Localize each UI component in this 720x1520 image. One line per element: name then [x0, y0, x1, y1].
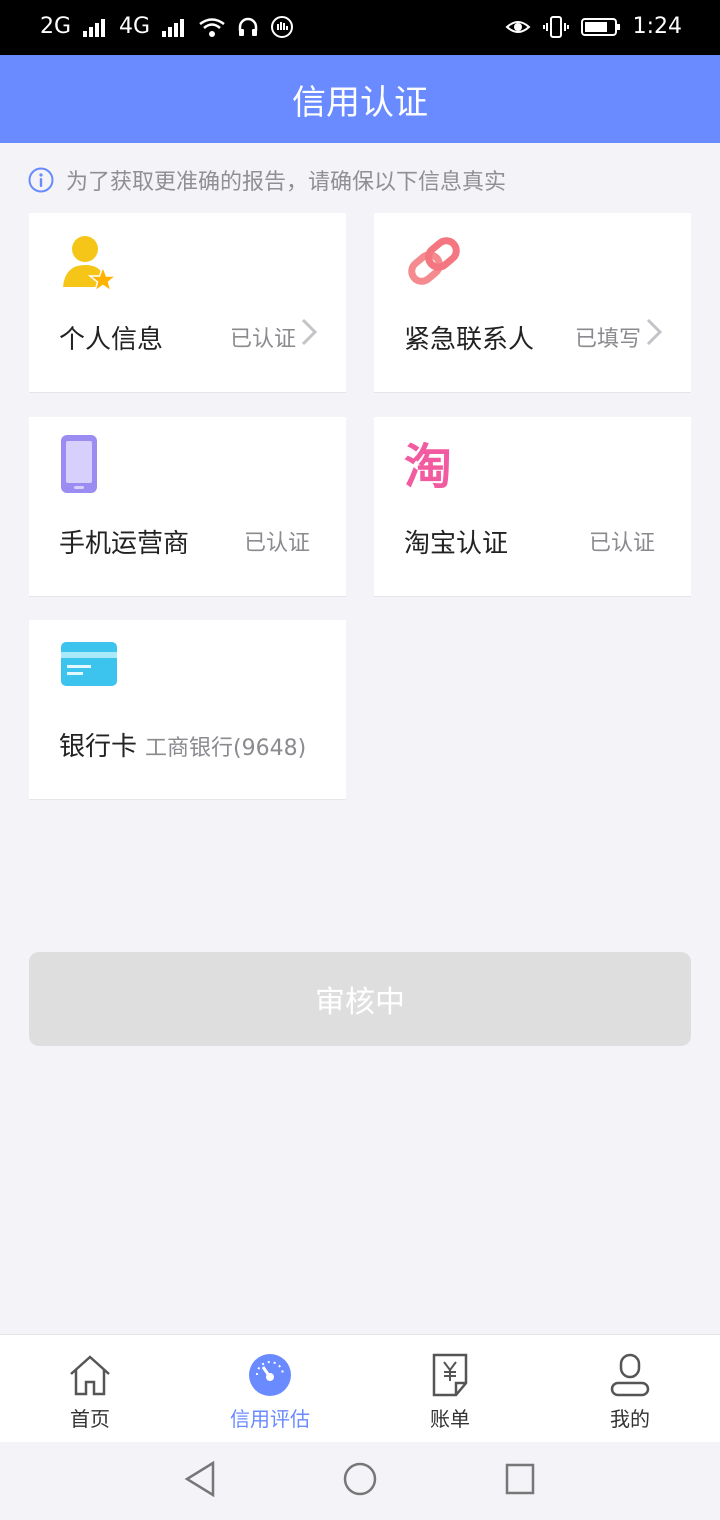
card-status: 已认证	[229, 327, 296, 352]
tab-credit-assessment[interactable]: 信用评估	[180, 1335, 360, 1443]
signal-bars-icon	[162, 19, 185, 37]
page-header: 信用认证	[0, 55, 720, 143]
signal-2g-label: 2G	[40, 14, 72, 39]
page-title: 信用认证	[292, 82, 428, 123]
card-status: 已认证	[588, 531, 655, 556]
svg-text:淘: 淘	[404, 439, 452, 495]
notice-text: 为了获取更准确的报告，请确保以下信息真实	[66, 170, 507, 195]
tab-label: 我的	[610, 1407, 650, 1431]
card-label: 淘宝认证	[404, 529, 509, 559]
user-star-icon	[63, 236, 119, 291]
bank-card-label: 银行卡	[59, 732, 138, 762]
chevron-right-icon	[646, 318, 663, 346]
card-status: 已填写	[574, 327, 641, 352]
card-status: 已认证	[243, 531, 310, 556]
chevron-right-icon	[301, 318, 318, 346]
bill-icon	[432, 1353, 468, 1397]
system-nav-bar	[0, 1442, 720, 1520]
link-icon	[408, 237, 460, 285]
recents-nav-icon[interactable]	[503, 1460, 537, 1498]
tab-label: 首页	[70, 1407, 110, 1431]
tab-profile[interactable]: 我的	[540, 1335, 720, 1443]
card-label: 个人信息	[59, 325, 164, 355]
card-emergency-contact[interactable]: 紧急联系人 已填写	[374, 213, 691, 393]
info-icon	[28, 167, 54, 193]
card-taobao[interactable]: 淘 淘宝认证 已认证	[374, 417, 691, 597]
tab-home[interactable]: 首页	[0, 1335, 180, 1443]
home-nav-icon[interactable]	[342, 1460, 378, 1498]
headset-icon	[238, 17, 258, 36]
app-notification-icon	[271, 16, 294, 38]
info-notice: 为了获取更准确的报告，请确保以下信息真实	[28, 160, 506, 200]
status-bar: 2G 4G 1:24	[0, 0, 720, 55]
button-label: 审核中	[315, 985, 405, 1020]
tab-label: 账单	[430, 1407, 470, 1431]
signal-bars-icon	[83, 19, 106, 37]
phone-icon	[61, 435, 97, 493]
card-label: 紧急联系人	[404, 325, 535, 355]
battery-icon	[580, 18, 620, 36]
signal-4g-label: 4G	[119, 14, 151, 39]
home-icon	[70, 1355, 110, 1396]
bottom-tab-bar: 首页 信用评估 账单 我的	[0, 1334, 720, 1443]
gauge-icon	[249, 1354, 291, 1396]
back-nav-icon[interactable]	[183, 1460, 217, 1498]
bank-card-account: 工商银行(9648)	[145, 736, 307, 761]
tab-label: 信用评估	[230, 1407, 310, 1431]
card-label: 手机运营商	[59, 529, 190, 559]
profile-icon	[610, 1353, 650, 1397]
clock: 1:24	[632, 14, 682, 39]
taobao-icon: 淘	[404, 439, 452, 495]
card-mobile-carrier[interactable]: 手机运营商 已认证	[29, 417, 346, 597]
status-right: 1:24	[505, 12, 682, 42]
tab-bill[interactable]: 账单	[360, 1335, 540, 1443]
review-status-button[interactable]: 审核中	[29, 952, 691, 1046]
status-left: 2G 4G	[40, 12, 294, 42]
eye-icon	[505, 21, 531, 33]
card-bank-card[interactable]: 银行卡 工商银行(9648)	[29, 620, 346, 800]
wifi-icon	[199, 18, 225, 37]
vibrate-icon	[542, 16, 569, 38]
card-personal-info[interactable]: 个人信息 已认证	[29, 213, 346, 393]
card-label: 银行卡 工商银行(9648)	[59, 726, 306, 763]
bank-card-icon	[61, 642, 117, 686]
